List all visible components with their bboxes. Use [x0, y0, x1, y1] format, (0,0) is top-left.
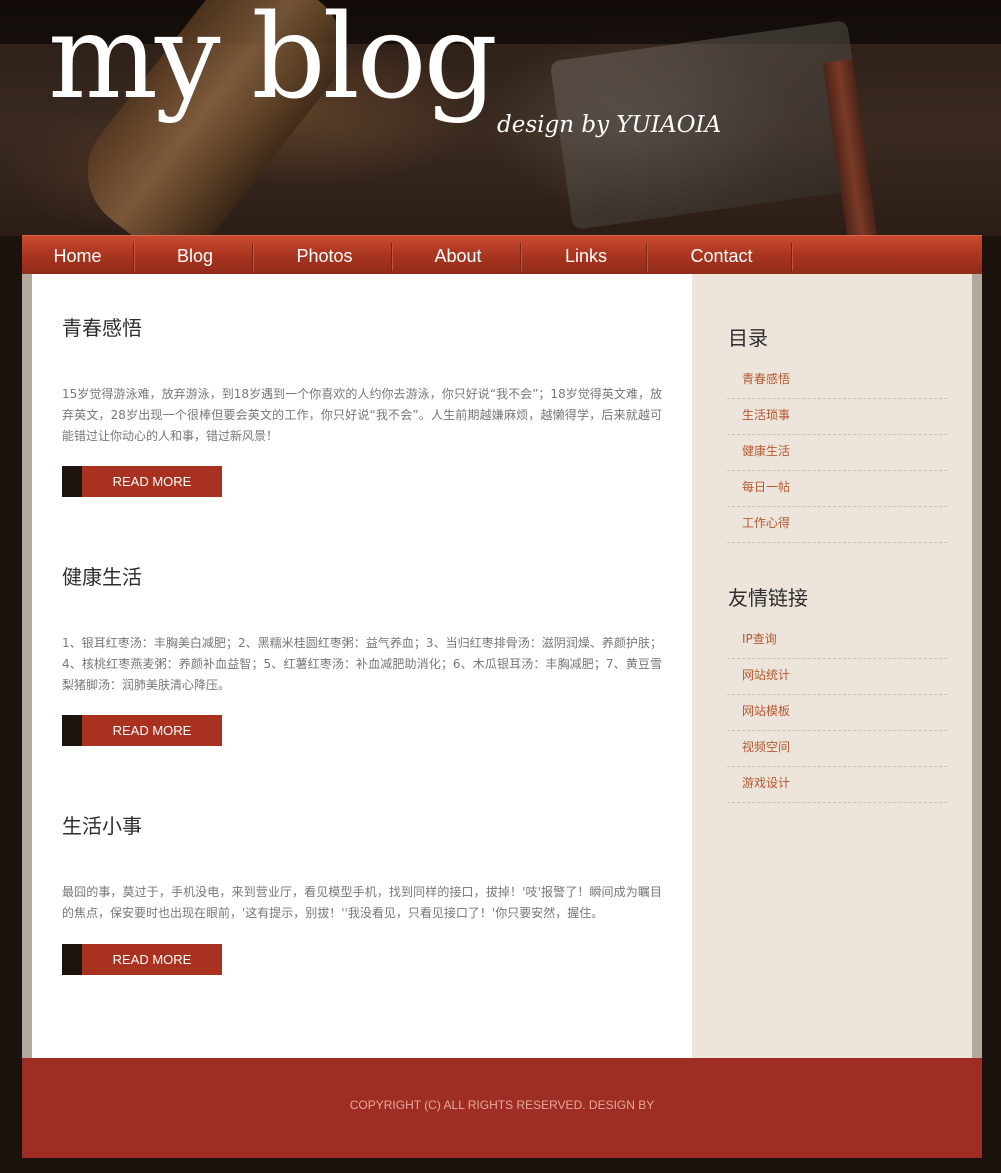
catalog-link[interactable]: 生活琐事: [742, 408, 790, 422]
list-item: 生活琐事: [727, 399, 947, 435]
list-item: IP查询: [727, 623, 947, 659]
friend-link[interactable]: 游戏设计: [742, 776, 790, 790]
nav-item-photos[interactable]: Photos: [254, 236, 395, 275]
catalog-link[interactable]: 青春感悟: [742, 372, 790, 386]
friend-link[interactable]: 网站模板: [742, 704, 790, 718]
site-tagline: design by YUIAOIA: [497, 112, 722, 138]
copyright-text: COPYRIGHT (C) ALL RIGHTS RESERVED. DESIG…: [349, 1098, 655, 1112]
catalog-heading: 目录: [728, 326, 768, 350]
post-excerpt: 最囧的事，莫过于，手机没电，来到营业厅，看见模型手机，找到同样的接口，拔掉！'吱…: [62, 885, 662, 920]
friend-link[interactable]: 网站统计: [742, 668, 790, 682]
post-excerpt: 15岁觉得游泳难，放弃游泳，到18岁遇到一个你喜欢的人约你去游泳，你只好说“我不…: [62, 387, 662, 443]
post-title[interactable]: 青春感悟: [62, 312, 662, 341]
catalog-link[interactable]: 工作心得: [742, 516, 790, 530]
list-item: 网站统计: [727, 659, 947, 695]
friend-link[interactable]: IP查询: [742, 632, 777, 646]
nav-item-contact[interactable]: Contact: [648, 236, 795, 275]
read-more-label: READ MORE: [82, 715, 222, 746]
post-entry: 健康生活 1、银耳红枣汤：丰胸美白减肥；2、黑糯米桂圆红枣粥：益气养血；3、当归…: [62, 561, 662, 746]
header-banner: my blog design by YUIAOIA: [0, 0, 1001, 236]
content-column: 青春感悟 15岁觉得游泳难，放弃游泳，到18岁遇到一个你喜欢的人约你去游泳，你只…: [32, 274, 692, 1058]
read-more-accent: [62, 944, 82, 975]
site-title[interactable]: my blog: [48, 0, 498, 127]
friend-link[interactable]: 视频空间: [742, 740, 790, 754]
post-title[interactable]: 生活小事: [62, 810, 662, 839]
read-more-accent: [62, 715, 82, 746]
post-title[interactable]: 健康生活: [62, 561, 662, 590]
list-item: 青春感悟: [727, 363, 947, 399]
read-more-button[interactable]: READ MORE: [62, 944, 222, 975]
list-item: 视频空间: [727, 731, 947, 767]
list-item: 每日一帖: [727, 471, 947, 507]
catalog-link[interactable]: 健康生活: [742, 444, 790, 458]
read-more-accent: [62, 466, 82, 497]
sidebar: 目录 青春感悟 生活琐事 健康生活 每日一帖 工作心得 友情链接 IP查询 网站…: [692, 274, 972, 1058]
catalog-list: 青春感悟 生活琐事 健康生活 每日一帖 工作心得: [727, 363, 947, 543]
read-more-label: READ MORE: [82, 466, 222, 497]
nav-item-about[interactable]: About: [393, 236, 523, 275]
post-entry: 青春感悟 15岁觉得游泳难，放弃游泳，到18岁遇到一个你喜欢的人约你去游泳，你只…: [62, 312, 662, 497]
page-body: 青春感悟 15岁觉得游泳难，放弃游泳，到18岁遇到一个你喜欢的人约你去游泳，你只…: [22, 274, 982, 1058]
friend-links-heading: 友情链接: [728, 586, 808, 610]
read-more-button[interactable]: READ MORE: [62, 466, 222, 497]
nav-item-links[interactable]: Links: [522, 236, 650, 275]
nav-item-home[interactable]: Home: [22, 236, 133, 275]
list-item: 工作心得: [727, 507, 947, 543]
list-item: 游戏设计: [727, 767, 947, 803]
list-item: 网站模板: [727, 695, 947, 731]
catalog-link[interactable]: 每日一帖: [742, 480, 790, 494]
read-more-button[interactable]: READ MORE: [62, 715, 222, 746]
post-entry: 生活小事 最囧的事，莫过于，手机没电，来到营业厅，看见模型手机，找到同样的接口，…: [62, 810, 662, 975]
nav-item-blog[interactable]: Blog: [135, 236, 255, 275]
list-item: 健康生活: [727, 435, 947, 471]
nav-separator: [791, 243, 793, 271]
friend-links-list: IP查询 网站统计 网站模板 视频空间 游戏设计: [727, 623, 947, 803]
main-nav: Home Blog Photos About Links Contact: [22, 235, 982, 275]
footer: COPYRIGHT (C) ALL RIGHTS RESERVED. DESIG…: [22, 1058, 982, 1158]
read-more-label: READ MORE: [82, 944, 222, 975]
post-excerpt: 1、银耳红枣汤：丰胸美白减肥；2、黑糯米桂圆红枣粥：益气养血；3、当归红枣排骨汤…: [62, 636, 662, 692]
